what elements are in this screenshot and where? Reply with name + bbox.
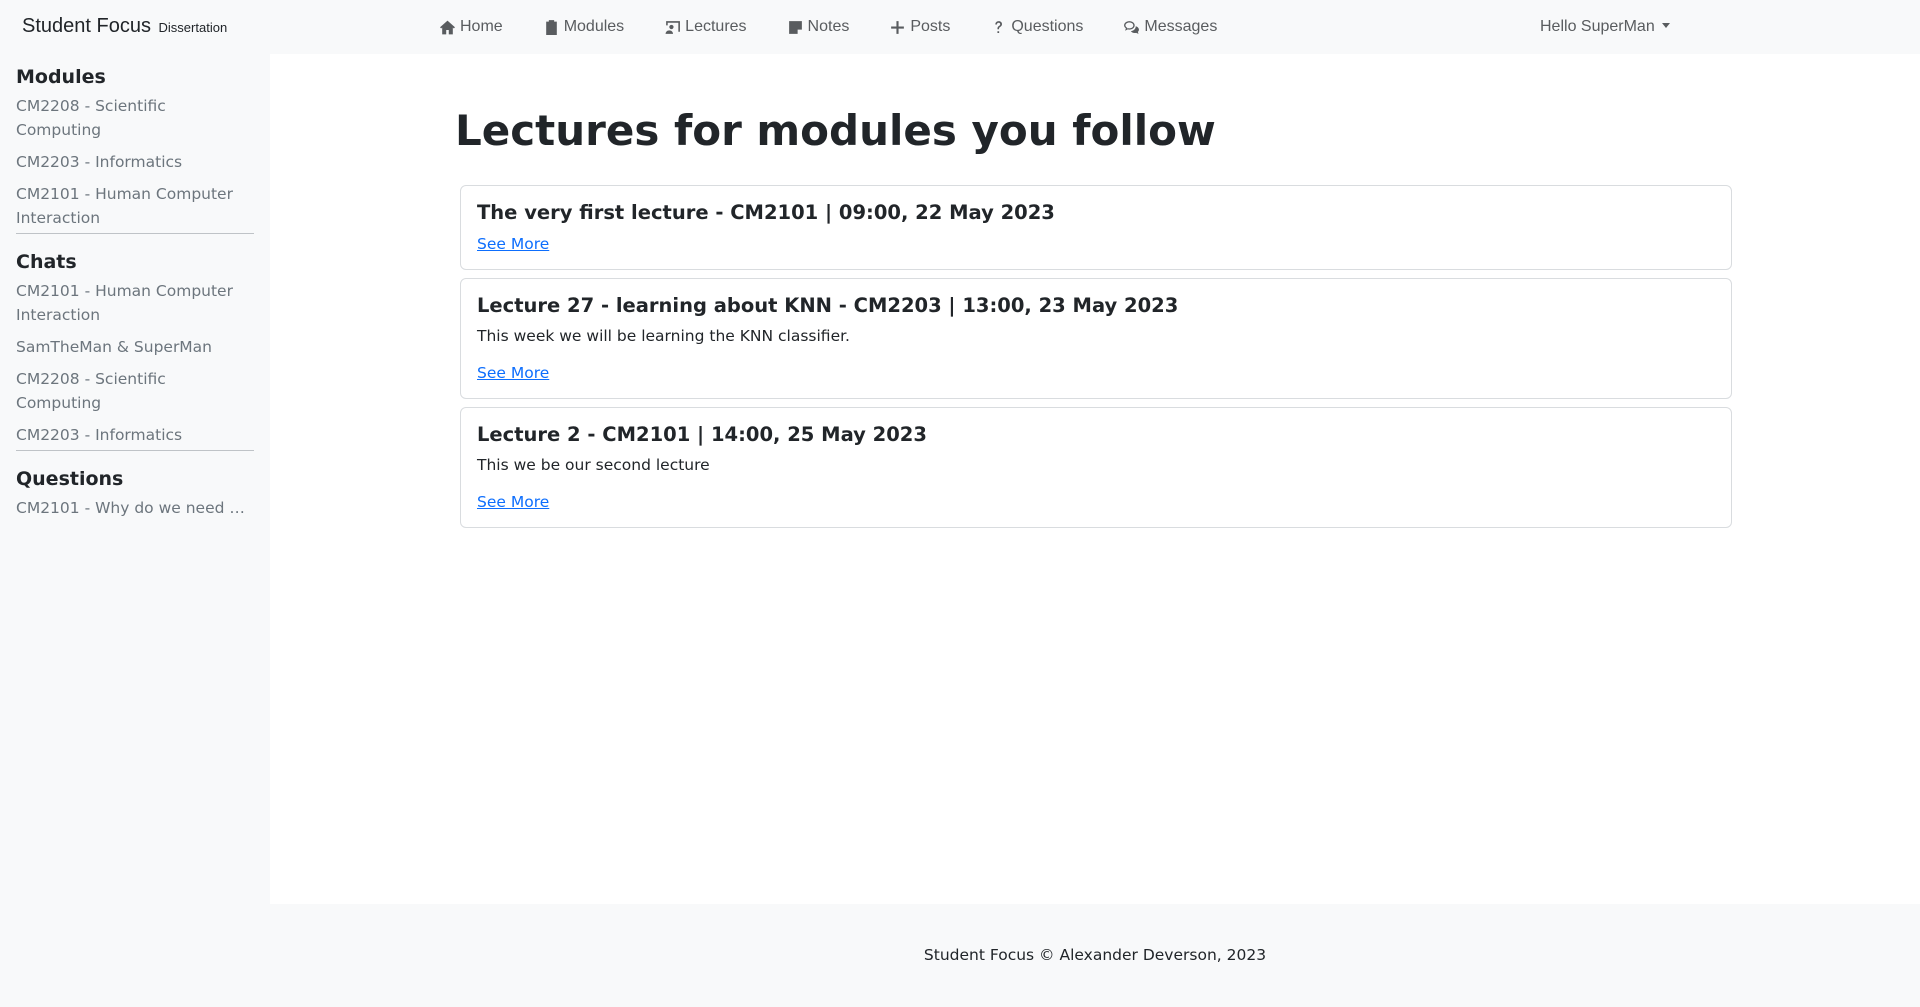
nav-questions[interactable]: Questions (990, 18, 1083, 36)
user-menu-dropdown[interactable]: Hello SuperMan (1540, 18, 1670, 36)
nav-modules[interactable]: Modules (543, 18, 624, 36)
sidebar-module-item[interactable]: CM2208 - Scientific Computing (16, 94, 254, 142)
see-more-link[interactable]: See More (477, 493, 549, 511)
see-more-link[interactable]: See More (477, 364, 549, 382)
lecture-card: Lecture 2 - CM2101 | 14:00, 25 May 2023 … (460, 407, 1732, 528)
sidebar-chat-item[interactable]: CM2203 - Informatics (16, 423, 254, 447)
sidebar-chat-item[interactable]: SamTheMan & SuperMan (16, 335, 254, 359)
nav-messages-label: Messages (1144, 18, 1218, 35)
sidebar-question-item[interactable]: CM2101 - Why do we need use... (16, 496, 254, 520)
brand[interactable]: Student Focus Dissertation (22, 15, 227, 38)
question-icon (995, 20, 1003, 33)
brand-subtitle: Dissertation (158, 20, 228, 35)
page-title: Lectures for modules you follow (455, 106, 1216, 155)
sidebar-chats-section: Chats CM2101 - Human Computer Interactio… (16, 251, 254, 455)
nav-notes-label: Notes (807, 18, 850, 35)
footer: Student Focus © Alexander Deverson, 2023 (0, 904, 1920, 1007)
footer-copyright: Student Focus © Alexander Deverson, 2023 (923, 946, 1267, 964)
sidebar-questions-section: Questions CM2101 - Why do we need use... (16, 468, 254, 528)
sidebar-divider (16, 450, 254, 451)
lecture-card: Lecture 27 - learning about KNN - CM2203… (460, 278, 1732, 399)
see-more-link[interactable]: See More (477, 235, 549, 253)
caret-down-icon (1661, 23, 1670, 28)
plus-icon (891, 20, 905, 34)
main-content: Lectures for modules you follow The very… (270, 54, 1920, 904)
lecture-title: Lecture 2 - CM2101 | 14:00, 25 May 2023 (477, 423, 927, 446)
lecture-title: The very first lecture - CM2101 | 09:00,… (477, 201, 1055, 224)
nav-posts[interactable]: Posts (889, 18, 950, 36)
lecture-card: The very first lecture - CM2101 | 09:00,… (460, 185, 1732, 270)
sidebar-questions-heading: Questions (16, 468, 124, 490)
sidebar-chat-item[interactable]: CM2101 - Human Computer Interaction (16, 279, 254, 327)
nav-lectures-label: Lectures (685, 18, 747, 35)
sidebar-chat-item[interactable]: CM2208 - Scientific Computing (16, 367, 254, 415)
sidebar-divider (16, 233, 254, 234)
brand-name[interactable]: Student Focus (22, 15, 151, 37)
lecture-description: This week we will be learning the KNN cl… (477, 327, 850, 345)
sidebar-modules-heading: Modules (16, 66, 106, 88)
nav-notes[interactable]: Notes (787, 18, 850, 36)
lecture-description: This we be our second lecture (477, 456, 710, 474)
nav-home-label: Home (460, 18, 503, 35)
sidebar-modules-section: Modules CM2208 - Scientific Computing CM… (16, 66, 254, 238)
house-icon (440, 20, 455, 34)
chat-bubbles-icon (1124, 20, 1140, 34)
sidebar-module-item[interactable]: CM2101 - Human Computer Interaction (16, 182, 254, 230)
sidebar-chats-heading: Chats (16, 251, 77, 273)
nav-links: Home Modules Lectures Notes Posts Questi… (439, 0, 1257, 54)
sticky-note-icon (788, 20, 802, 34)
nav-questions-label: Questions (1011, 18, 1084, 35)
sidebar-module-item[interactable]: CM2203 - Informatics (16, 150, 254, 174)
lecture-list: The very first lecture - CM2101 | 09:00,… (460, 185, 1732, 536)
sidebar: Modules CM2208 - Scientific Computing CM… (0, 54, 270, 904)
nav-posts-label: Posts (910, 18, 951, 35)
clipboard-icon (545, 19, 557, 35)
person-video-icon (665, 20, 681, 34)
lecture-title: Lecture 27 - learning about KNN - CM2203… (477, 294, 1179, 317)
top-navbar: Student Focus Dissertation Home Modules … (0, 0, 1920, 54)
nav-modules-label: Modules (563, 18, 625, 35)
nav-lectures[interactable]: Lectures (664, 18, 747, 36)
nav-messages[interactable]: Messages (1123, 18, 1217, 36)
user-greeting: Hello SuperMan (1540, 18, 1655, 35)
nav-home[interactable]: Home (439, 18, 503, 36)
